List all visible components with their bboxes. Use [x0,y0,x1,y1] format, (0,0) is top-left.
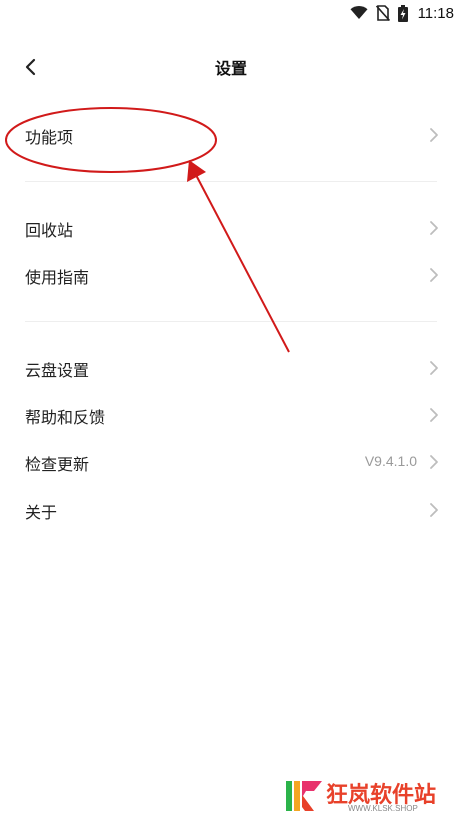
battery-charging-icon [397,4,408,22]
settings-row-features[interactable]: 功能项 [0,115,462,155]
row-label: 功能项 [25,128,74,147]
chevron-right-icon [430,455,438,469]
settings-row-about[interactable]: 关于 [0,490,462,530]
settings-row-cloud-settings[interactable]: 云盘设置 [0,348,462,388]
watermark: 狂岚软件站 WWW.KLSK.SHOP [282,776,452,816]
row-label: 检查更新 [25,455,90,474]
wifi-icon [350,6,368,19]
row-label: 云盘设置 [25,361,90,380]
divider [25,181,437,182]
no-sim-icon [375,5,390,21]
chevron-right-icon [430,503,438,517]
chevron-right-icon [430,268,438,282]
page-title: 设置 [214,59,247,78]
chevron-right-icon [430,128,438,142]
chevron-right-icon [430,361,438,375]
version-value: V9.4.1.0 [364,453,417,469]
status-icons: 11:18 [350,3,454,23]
settings-row-user-guide[interactable]: 使用指南 [0,255,462,295]
chevron-right-icon [430,221,438,235]
chevron-right-icon [430,408,438,422]
settings-row-check-update[interactable]: 检查更新 V9.4.1.0 [0,442,462,482]
row-label: 帮助和反馈 [25,408,106,427]
status-bar: 11:18 [0,0,462,26]
divider [25,321,437,322]
status-time: 11:18 [417,4,454,22]
settings-row-help-feedback[interactable]: 帮助和反馈 [0,395,462,435]
watermark-url: WWW.KLSK.SHOP [348,804,418,813]
row-label: 回收站 [25,221,74,240]
row-label: 使用指南 [25,268,90,287]
watermark-logo [286,781,322,811]
pointer-arrow-head [187,160,206,182]
settings-row-recycle-bin[interactable]: 回收站 [0,208,462,248]
header: 设置 [0,44,462,88]
row-label: 关于 [25,503,58,522]
